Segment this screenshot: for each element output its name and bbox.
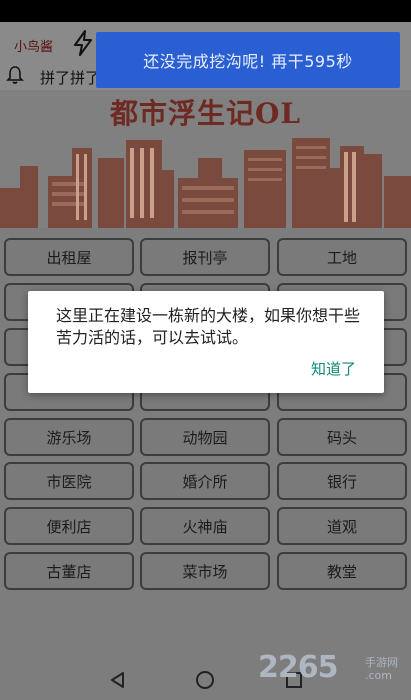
place-button[interactable]: 工地 xyxy=(277,238,407,276)
place-button[interactable]: 码头 xyxy=(277,418,407,456)
nav-home-icon[interactable] xyxy=(196,671,214,689)
nav-back-icon[interactable] xyxy=(108,670,128,690)
dialog-ok-button[interactable]: 知道了 xyxy=(311,358,356,379)
place-button[interactable]: 游乐场 xyxy=(4,418,134,456)
dialog-message: 这里正在建设一栋新的大楼，如果你想干些苦力活的话，可以去试试。 xyxy=(56,306,361,347)
watermark-logo: 2265 xyxy=(258,650,338,685)
lightning-icon[interactable] xyxy=(72,30,94,56)
place-button[interactable]: 婚介所 xyxy=(140,462,270,500)
toast-message: 还没完成挖沟呢! 再干595秒 xyxy=(96,32,400,88)
bell-icon[interactable] xyxy=(6,65,24,85)
place-button[interactable]: 古董店 xyxy=(4,552,134,590)
game-banner: 都市浮生记OL xyxy=(0,90,411,228)
place-button[interactable]: 火神庙 xyxy=(140,507,270,545)
place-button[interactable]: 菜市场 xyxy=(140,552,270,590)
system-nav-bar xyxy=(0,660,411,700)
place-button[interactable]: 出租屋 xyxy=(4,238,134,276)
app-name: 小鸟酱 xyxy=(14,40,54,55)
watermark-subtext: 手游网 .com xyxy=(365,656,398,682)
place-button[interactable]: 市医院 xyxy=(4,462,134,500)
city-skyline-image xyxy=(0,138,411,228)
watermark-sub-line1: 手游网 xyxy=(365,656,398,669)
place-button[interactable]: 道观 xyxy=(277,507,407,545)
place-button[interactable]: 报刊亭 xyxy=(140,238,270,276)
place-button[interactable]: 教堂 xyxy=(277,552,407,590)
place-button[interactable]: 银行 xyxy=(277,462,407,500)
info-dialog: 这里正在建设一栋新的大楼，如果你想干些苦力活的话，可以去试试。 知道了 xyxy=(28,291,384,393)
watermark-sub-line2: .com xyxy=(365,669,392,682)
place-button[interactable]: 便利店 xyxy=(4,507,134,545)
status-bar xyxy=(0,0,411,22)
game-title: 都市浮生记OL xyxy=(109,97,302,130)
place-button[interactable]: 动物园 xyxy=(140,418,270,456)
